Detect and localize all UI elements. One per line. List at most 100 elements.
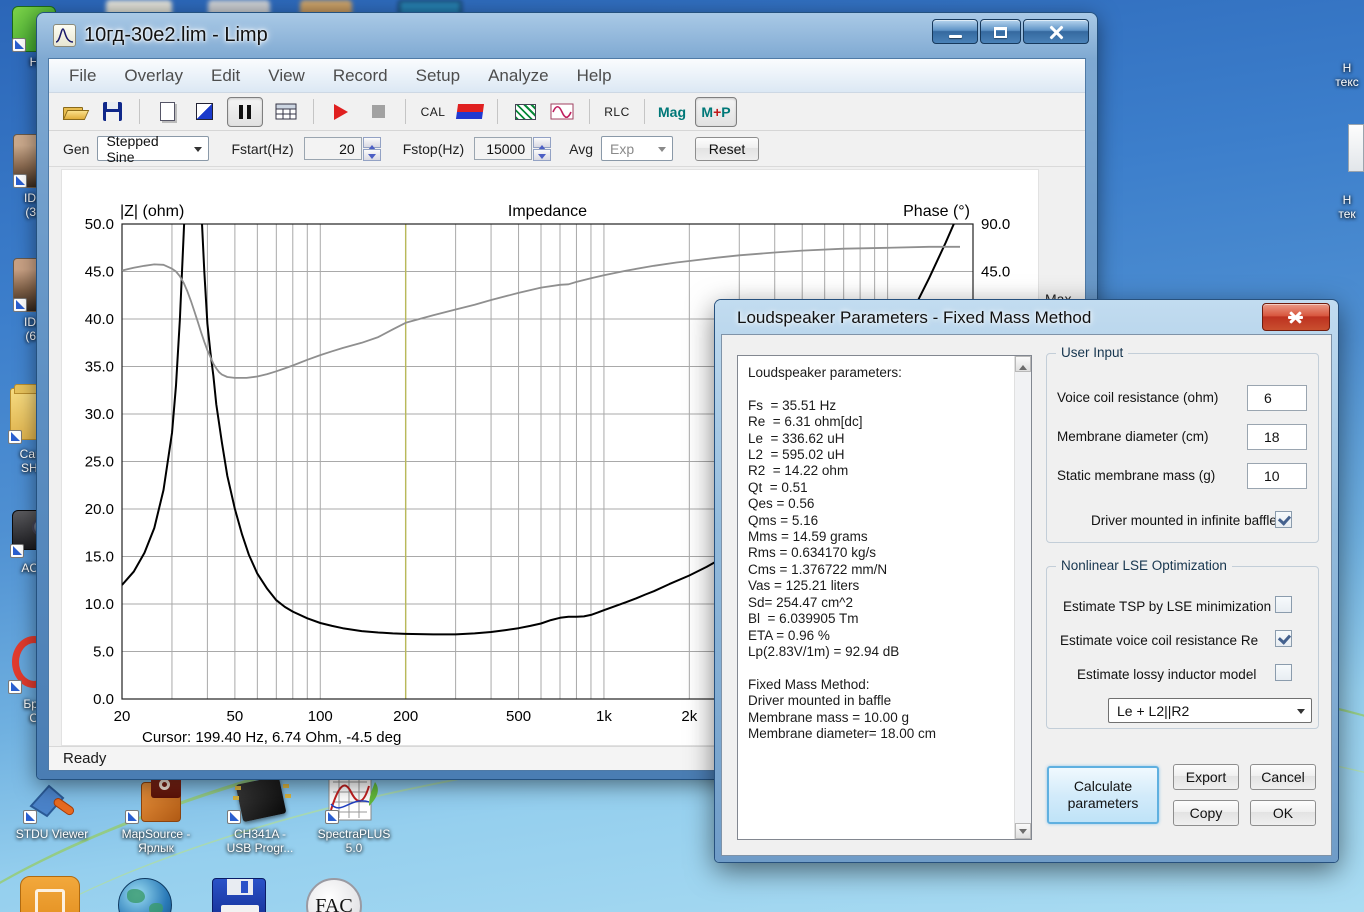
magnifier-icon: [159, 779, 170, 790]
desktop-icon-fac[interactable]: FAC: [306, 878, 362, 912]
floppy-shutter-icon: [227, 879, 253, 895]
estimate-tsp-checkbox[interactable]: [1275, 596, 1292, 613]
svg-text:Phase (°): Phase (°): [903, 203, 970, 220]
spectrum-button[interactable]: [511, 97, 539, 127]
menu-file[interactable]: File: [55, 61, 110, 91]
generator-select[interactable]: Stepped Sine: [97, 133, 210, 165]
menu-overlay[interactable]: Overlay: [110, 61, 197, 91]
fstop-input[interactable]: [474, 137, 533, 160]
dialog-close-button[interactable]: [1262, 303, 1330, 331]
mag-phase-button[interactable]: M + P: [695, 96, 737, 127]
estimate-inductor-checkbox[interactable]: [1275, 664, 1292, 681]
ok-button[interactable]: OK: [1250, 800, 1316, 826]
menu-view[interactable]: View: [254, 61, 319, 91]
svg-text:50: 50: [227, 708, 244, 725]
desktop-icon-textdoc-2[interactable]: Н тек: [1330, 190, 1364, 221]
toolbar: CAL RLC Mag M + P: [49, 93, 1085, 131]
desktop-icon-stdu[interactable]: STDU Viewer: [2, 776, 102, 841]
play-button[interactable]: [327, 97, 355, 127]
fstart-input[interactable]: [303, 137, 362, 160]
parameters-text-panel[interactable]: Loudspeaker parameters: Fs = 35.51 Hz Re…: [737, 355, 1032, 840]
estimate-re-label: Estimate voice coil resistance Re: [1060, 633, 1259, 648]
menu-analyze[interactable]: Analyze: [474, 61, 562, 91]
desktop-icon-package[interactable]: [20, 876, 80, 912]
invert-display-button[interactable]: [190, 97, 218, 127]
stop-button[interactable]: [364, 97, 392, 127]
chevron-down-icon: [194, 147, 203, 156]
globe-land-icon: [127, 889, 145, 903]
cal-label: CAL: [420, 104, 446, 119]
desktop-icon-label: STDU Viewer: [15, 827, 89, 841]
avg-select[interactable]: Exp: [601, 136, 674, 161]
limp-titlebar[interactable]: 10гд-30e2.lim - Limp: [37, 13, 1097, 58]
table-button[interactable]: [272, 97, 300, 127]
reset-button[interactable]: Reset: [695, 136, 760, 161]
scroll-down-icon: [1019, 829, 1027, 838]
play-icon: [334, 103, 348, 120]
fstop-spinner[interactable]: [533, 136, 552, 161]
chip-pin-icon: [283, 784, 289, 788]
infinite-baffle-checkbox[interactable]: [1275, 511, 1292, 528]
magnitude-button[interactable]: Mag: [658, 97, 686, 127]
flag-icon: [455, 104, 485, 119]
spinner-down-icon[interactable]: [362, 149, 381, 161]
spinner-down-icon[interactable]: [533, 149, 552, 161]
export-button[interactable]: Export: [1173, 764, 1239, 790]
loudspeaker-parameters-dialog: Loudspeaker Parameters - Fixed Mass Meth…: [715, 300, 1338, 862]
static-membrane-mass-input[interactable]: [1247, 463, 1307, 489]
fstart-spinner[interactable]: [362, 136, 381, 161]
desktop-icon-globe[interactable]: [118, 878, 172, 912]
new-button[interactable]: [153, 97, 181, 127]
generator-bar: Gen Stepped Sine Fstart(Hz) Fstop(Hz) A: [49, 131, 1085, 167]
desktop-icon-textdoc-1[interactable]: Н текс: [1330, 58, 1364, 89]
pause-button[interactable]: [227, 96, 263, 127]
svg-text:|Z| (ohm): |Z| (ohm): [120, 203, 184, 220]
cancel-button[interactable]: Cancel: [1250, 764, 1316, 790]
scroll-up-button[interactable]: [1015, 356, 1031, 372]
voice-coil-resistance-input[interactable]: [1247, 385, 1307, 411]
inductor-model-select[interactable]: Le + L2||R2: [1108, 698, 1312, 723]
desktop-icon-mapsource[interactable]: MapSource - Ярлык: [106, 776, 206, 855]
dialog-body: Loudspeaker parameters: Fs = 35.51 Hz Re…: [721, 334, 1332, 856]
toolbar-separator: [589, 99, 590, 124]
desktop-icon-ch341a[interactable]: CH341A - USB Progr...: [208, 775, 312, 855]
svg-text:20: 20: [114, 708, 131, 725]
menu-record[interactable]: Record: [319, 61, 402, 91]
scrollbar[interactable]: [1014, 356, 1031, 839]
shortcut-arrow-icon: [12, 38, 26, 52]
menu-setup[interactable]: Setup: [402, 61, 474, 91]
svg-text:100: 100: [308, 708, 333, 725]
svg-text:1k: 1k: [596, 708, 612, 725]
spinner-up-icon[interactable]: [533, 136, 552, 150]
menu-edit[interactable]: Edit: [197, 61, 254, 91]
save-button[interactable]: [98, 97, 126, 127]
spinner-up-icon[interactable]: [362, 136, 381, 150]
copy-button[interactable]: Copy: [1173, 800, 1239, 826]
save-floppy-icon: [102, 102, 122, 121]
toolbar-separator: [139, 99, 140, 124]
maximize-button[interactable]: [980, 19, 1021, 44]
desktop-icon-spectraplus[interactable]: SpectraPLUS 5.0: [306, 776, 402, 855]
membrane-diameter-input[interactable]: [1247, 424, 1307, 450]
desktop-icon-floppy[interactable]: [212, 878, 266, 912]
status-text: Ready: [63, 750, 107, 767]
menu-help[interactable]: Help: [563, 61, 626, 91]
minimize-button[interactable]: [932, 19, 978, 44]
close-button[interactable]: [1023, 19, 1089, 44]
textdoc-icon[interactable]: [1348, 124, 1364, 172]
rlc-button[interactable]: RLC: [603, 97, 631, 127]
limp-app-icon: [53, 24, 76, 47]
estimate-re-checkbox[interactable]: [1275, 630, 1292, 647]
calculate-parameters-button[interactable]: Calculate parameters: [1047, 766, 1159, 824]
calibrate-button[interactable]: CAL: [419, 97, 447, 127]
membrane-diameter-label: Membrane diameter (cm): [1057, 429, 1209, 444]
scroll-down-button[interactable]: [1015, 823, 1031, 839]
static-membrane-mass-label: Static membrane mass (g): [1057, 468, 1216, 483]
open-button[interactable]: [61, 97, 90, 127]
shortcut-arrow-icon: [13, 174, 27, 188]
dialog-title: Loudspeaker Parameters - Fixed Mass Meth…: [737, 308, 1092, 327]
svg-text:35.0: 35.0: [85, 359, 114, 376]
sine-button[interactable]: [548, 97, 576, 127]
user-input-group: User Input Voice coil resistance (ohm) M…: [1046, 345, 1319, 543]
channel-flag-button[interactable]: [455, 97, 485, 127]
